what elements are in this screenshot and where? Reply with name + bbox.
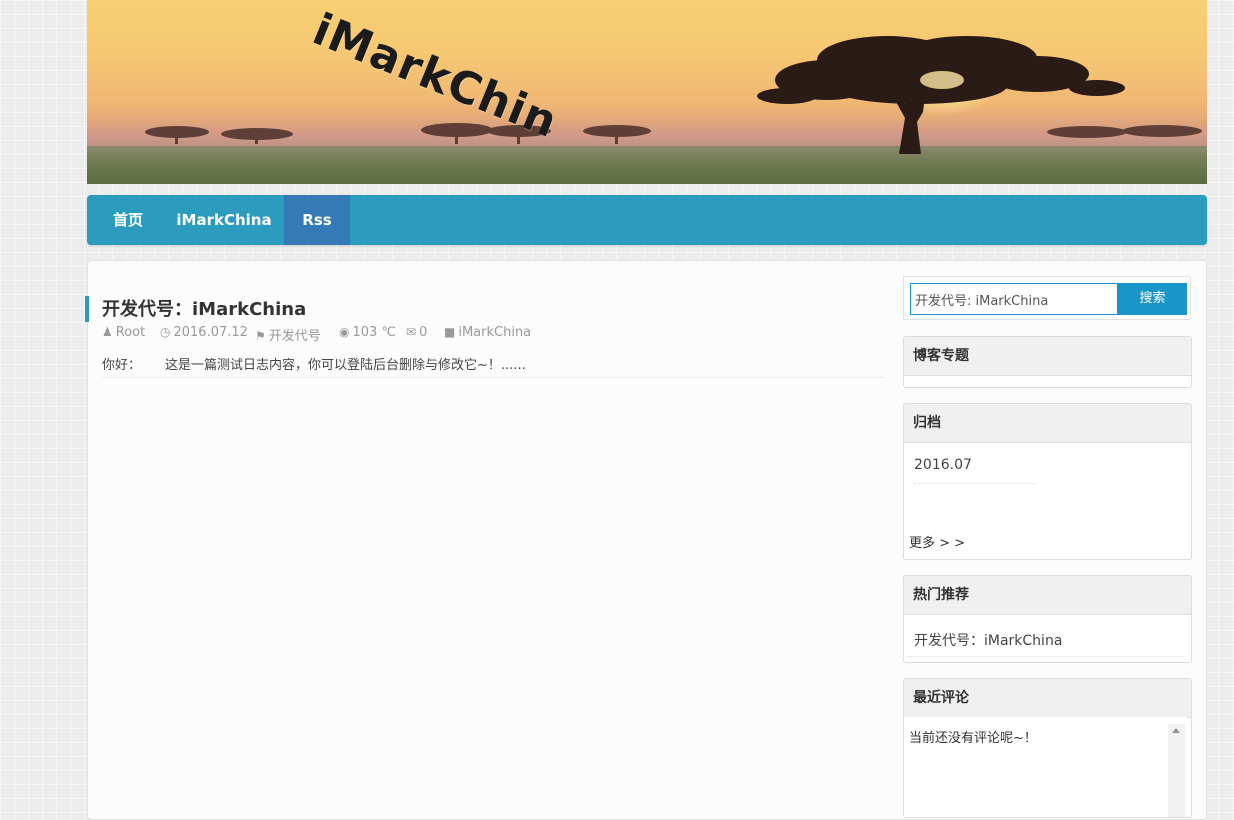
eye-icon: ◉ <box>339 325 350 339</box>
recent-comments-title: 最近评论 <box>904 679 1191 718</box>
post-author-label: Root <box>115 325 146 340</box>
hot-divider <box>908 656 1186 657</box>
user-icon: ♟ <box>102 325 113 339</box>
tag-icon: ⚑ <box>255 329 266 343</box>
topics-widget-title: 博客专题 <box>904 337 1191 376</box>
topics-widget: 博客专题 <box>903 336 1192 388</box>
archive-item[interactable]: 2016.07 <box>914 457 972 473</box>
recent-comments-empty: 当前还没有评论呢~！ <box>909 731 1037 746</box>
post-tag[interactable]: ⚑ 开发代号 <box>255 325 321 344</box>
post-views-label: 103 ℃ <box>352 325 397 340</box>
clock-icon: ◷ <box>160 325 171 339</box>
post-excerpt: 你好： 这是一篇测试日志内容，你可以登陆后台删除与修改它~！...... <box>102 354 886 378</box>
excerpt-body: 这是一篇测试日志内容，你可以登陆后台删除与修改它~！...... <box>165 358 526 373</box>
banner-trees <box>145 36 1202 154</box>
search-button[interactable]: 搜索 <box>1118 283 1187 315</box>
post-date: ◷ 2016.07.12 <box>160 325 248 340</box>
archive-widget-title: 归档 <box>904 404 1191 443</box>
comment-icon: ✉ <box>406 325 417 339</box>
hot-widget-title: 热门推荐 <box>904 576 1191 615</box>
post-comments-label: 0 <box>419 325 428 340</box>
excerpt-greeting: 你好： <box>102 358 142 373</box>
nav-item-rss[interactable]: Rss <box>284 195 350 245</box>
main-nav: 首页 iMarkChina Rss <box>87 195 1207 245</box>
hot-item[interactable]: 开发代号：iMarkChina <box>914 630 1062 650</box>
archive-divider <box>914 483 1036 484</box>
archive-more-link[interactable]: 更多 > > <box>909 532 965 551</box>
post-date-label: 2016.07.12 <box>173 325 248 340</box>
archive-widget: 归档 2016.07 更多 > > <box>903 403 1192 560</box>
post-accent-bar <box>85 296 89 322</box>
recent-comments-scrollbar[interactable] <box>1168 724 1185 817</box>
post-title[interactable]: 开发代号：iMarkChina <box>102 295 306 321</box>
folder-icon: ■ <box>444 325 456 339</box>
content-panel: 开发代号：iMarkChina ♟ Root ◷ 2016.07.12 ⚑ 开发代号 … <box>85 260 1207 820</box>
hot-widget: 热门推荐 开发代号：iMarkChina <box>903 575 1192 663</box>
search-input[interactable] <box>910 283 1118 315</box>
post-comments[interactable]: ✉ 0 <box>406 325 427 340</box>
post-author[interactable]: ♟ Root <box>102 325 145 340</box>
scroll-up-arrow-icon[interactable] <box>1172 728 1180 733</box>
post-views: ◉ 103 ℃ <box>339 325 396 340</box>
recent-comments-widget: 最近评论 当前还没有评论呢~！ <box>903 678 1192 818</box>
header-banner: iMarkChin <box>87 0 1207 184</box>
nav-item-imarkchina[interactable]: iMarkChina <box>169 195 279 245</box>
post-category[interactable]: ■ iMarkChina <box>444 325 531 340</box>
search-widget: 搜索 <box>903 276 1191 320</box>
post-category-label: iMarkChina <box>458 325 532 340</box>
nav-item-home[interactable]: 首页 <box>87 195 169 245</box>
post-tag-label: 开发代号 <box>268 329 321 344</box>
